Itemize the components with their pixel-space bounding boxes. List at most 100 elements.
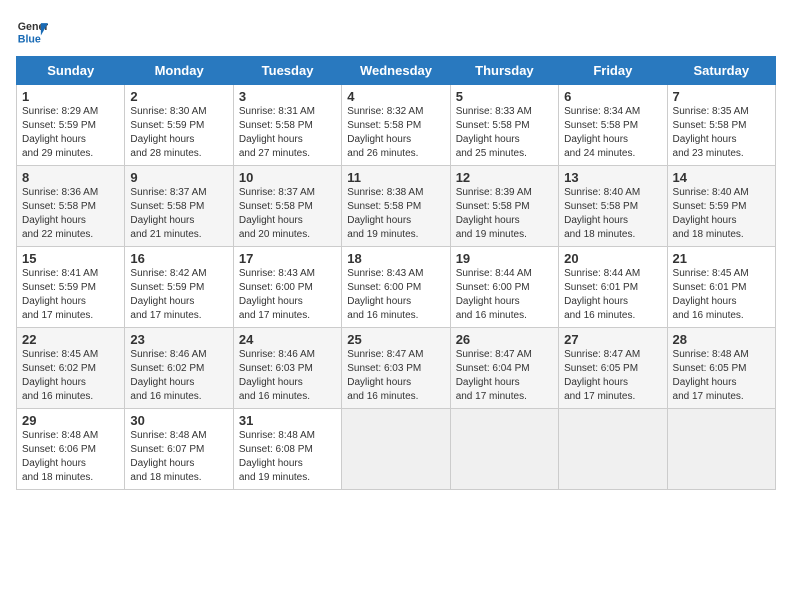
calendar-cell — [342, 409, 450, 490]
calendar-cell: 26 Sunrise: 8:47 AMSunset: 6:04 PMDaylig… — [450, 328, 558, 409]
day-number: 22 — [22, 332, 119, 347]
calendar-cell: 21 Sunrise: 8:45 AMSunset: 6:01 PMDaylig… — [667, 247, 775, 328]
cell-content: Sunrise: 8:47 AMSunset: 6:05 PMDaylight … — [564, 348, 661, 404]
calendar-cell: 11 Sunrise: 8:38 AMSunset: 5:58 PMDaylig… — [342, 166, 450, 247]
week-row-5: 29 Sunrise: 8:48 AMSunset: 6:06 PMDaylig… — [17, 409, 776, 490]
logo-icon: General Blue — [16, 16, 48, 48]
cell-content: Sunrise: 8:48 AMSunset: 6:08 PMDaylight … — [239, 429, 336, 485]
day-number: 11 — [347, 170, 444, 185]
cell-content: Sunrise: 8:35 AMSunset: 5:58 PMDaylight … — [673, 105, 770, 161]
week-row-4: 22 Sunrise: 8:45 AMSunset: 6:02 PMDaylig… — [17, 328, 776, 409]
day-number: 4 — [347, 89, 444, 104]
calendar-cell — [667, 409, 775, 490]
cell-content: Sunrise: 8:40 AMSunset: 5:59 PMDaylight … — [673, 186, 770, 242]
svg-text:Blue: Blue — [18, 34, 41, 46]
cell-content: Sunrise: 8:47 AMSunset: 6:04 PMDaylight … — [456, 348, 553, 404]
weekday-header-monday: Monday — [125, 57, 233, 85]
calendar-cell: 4 Sunrise: 8:32 AMSunset: 5:58 PMDayligh… — [342, 85, 450, 166]
cell-content: Sunrise: 8:34 AMSunset: 5:58 PMDaylight … — [564, 105, 661, 161]
day-number: 24 — [239, 332, 336, 347]
cell-content: Sunrise: 8:43 AMSunset: 6:00 PMDaylight … — [239, 267, 336, 323]
cell-content: Sunrise: 8:37 AMSunset: 5:58 PMDaylight … — [130, 186, 227, 242]
day-number: 29 — [22, 413, 119, 428]
week-row-3: 15 Sunrise: 8:41 AMSunset: 5:59 PMDaylig… — [17, 247, 776, 328]
day-number: 14 — [673, 170, 770, 185]
calendar-cell: 27 Sunrise: 8:47 AMSunset: 6:05 PMDaylig… — [559, 328, 667, 409]
calendar-cell: 29 Sunrise: 8:48 AMSunset: 6:06 PMDaylig… — [17, 409, 125, 490]
cell-content: Sunrise: 8:36 AMSunset: 5:58 PMDaylight … — [22, 186, 119, 242]
day-number: 6 — [564, 89, 661, 104]
day-number: 15 — [22, 251, 119, 266]
cell-content: Sunrise: 8:37 AMSunset: 5:58 PMDaylight … — [239, 186, 336, 242]
calendar-cell — [450, 409, 558, 490]
day-number: 27 — [564, 332, 661, 347]
cell-content: Sunrise: 8:32 AMSunset: 5:58 PMDaylight … — [347, 105, 444, 161]
day-number: 26 — [456, 332, 553, 347]
cell-content: Sunrise: 8:40 AMSunset: 5:58 PMDaylight … — [564, 186, 661, 242]
page-header: General Blue — [16, 16, 776, 48]
calendar-cell: 3 Sunrise: 8:31 AMSunset: 5:58 PMDayligh… — [233, 85, 341, 166]
weekday-header-thursday: Thursday — [450, 57, 558, 85]
cell-content: Sunrise: 8:45 AMSunset: 6:01 PMDaylight … — [673, 267, 770, 323]
cell-content: Sunrise: 8:48 AMSunset: 6:06 PMDaylight … — [22, 429, 119, 485]
cell-content: Sunrise: 8:33 AMSunset: 5:58 PMDaylight … — [456, 105, 553, 161]
calendar-cell: 30 Sunrise: 8:48 AMSunset: 6:07 PMDaylig… — [125, 409, 233, 490]
cell-content: Sunrise: 8:45 AMSunset: 6:02 PMDaylight … — [22, 348, 119, 404]
day-number: 9 — [130, 170, 227, 185]
day-number: 8 — [22, 170, 119, 185]
calendar-cell: 1 Sunrise: 8:29 AMSunset: 5:59 PMDayligh… — [17, 85, 125, 166]
calendar-cell: 7 Sunrise: 8:35 AMSunset: 5:58 PMDayligh… — [667, 85, 775, 166]
logo: General Blue — [16, 16, 48, 48]
day-number: 19 — [456, 251, 553, 266]
day-number: 23 — [130, 332, 227, 347]
calendar-cell: 31 Sunrise: 8:48 AMSunset: 6:08 PMDaylig… — [233, 409, 341, 490]
cell-content: Sunrise: 8:39 AMSunset: 5:58 PMDaylight … — [456, 186, 553, 242]
calendar-cell: 24 Sunrise: 8:46 AMSunset: 6:03 PMDaylig… — [233, 328, 341, 409]
calendar-cell: 12 Sunrise: 8:39 AMSunset: 5:58 PMDaylig… — [450, 166, 558, 247]
day-number: 3 — [239, 89, 336, 104]
cell-content: Sunrise: 8:47 AMSunset: 6:03 PMDaylight … — [347, 348, 444, 404]
calendar-cell: 22 Sunrise: 8:45 AMSunset: 6:02 PMDaylig… — [17, 328, 125, 409]
cell-content: Sunrise: 8:43 AMSunset: 6:00 PMDaylight … — [347, 267, 444, 323]
day-number: 28 — [673, 332, 770, 347]
calendar-cell: 2 Sunrise: 8:30 AMSunset: 5:59 PMDayligh… — [125, 85, 233, 166]
week-row-2: 8 Sunrise: 8:36 AMSunset: 5:58 PMDayligh… — [17, 166, 776, 247]
cell-content: Sunrise: 8:38 AMSunset: 5:58 PMDaylight … — [347, 186, 444, 242]
week-row-1: 1 Sunrise: 8:29 AMSunset: 5:59 PMDayligh… — [17, 85, 776, 166]
weekday-header-tuesday: Tuesday — [233, 57, 341, 85]
calendar-cell: 23 Sunrise: 8:46 AMSunset: 6:02 PMDaylig… — [125, 328, 233, 409]
day-number: 7 — [673, 89, 770, 104]
day-number: 30 — [130, 413, 227, 428]
day-number: 17 — [239, 251, 336, 266]
day-number: 25 — [347, 332, 444, 347]
day-number: 13 — [564, 170, 661, 185]
calendar-cell: 14 Sunrise: 8:40 AMSunset: 5:59 PMDaylig… — [667, 166, 775, 247]
weekday-header-wednesday: Wednesday — [342, 57, 450, 85]
calendar-cell: 15 Sunrise: 8:41 AMSunset: 5:59 PMDaylig… — [17, 247, 125, 328]
day-number: 5 — [456, 89, 553, 104]
calendar-cell: 28 Sunrise: 8:48 AMSunset: 6:05 PMDaylig… — [667, 328, 775, 409]
day-number: 2 — [130, 89, 227, 104]
calendar-cell: 8 Sunrise: 8:36 AMSunset: 5:58 PMDayligh… — [17, 166, 125, 247]
day-number: 31 — [239, 413, 336, 428]
calendar-cell: 17 Sunrise: 8:43 AMSunset: 6:00 PMDaylig… — [233, 247, 341, 328]
day-number: 21 — [673, 251, 770, 266]
cell-content: Sunrise: 8:46 AMSunset: 6:02 PMDaylight … — [130, 348, 227, 404]
cell-content: Sunrise: 8:31 AMSunset: 5:58 PMDaylight … — [239, 105, 336, 161]
calendar-cell: 25 Sunrise: 8:47 AMSunset: 6:03 PMDaylig… — [342, 328, 450, 409]
calendar-table: SundayMondayTuesdayWednesdayThursdayFrid… — [16, 56, 776, 490]
cell-content: Sunrise: 8:46 AMSunset: 6:03 PMDaylight … — [239, 348, 336, 404]
calendar-cell — [559, 409, 667, 490]
cell-content: Sunrise: 8:44 AMSunset: 6:01 PMDaylight … — [564, 267, 661, 323]
calendar-cell: 16 Sunrise: 8:42 AMSunset: 5:59 PMDaylig… — [125, 247, 233, 328]
weekday-header-friday: Friday — [559, 57, 667, 85]
calendar-cell: 10 Sunrise: 8:37 AMSunset: 5:58 PMDaylig… — [233, 166, 341, 247]
weekday-header-sunday: Sunday — [17, 57, 125, 85]
calendar-cell: 9 Sunrise: 8:37 AMSunset: 5:58 PMDayligh… — [125, 166, 233, 247]
calendar-cell: 18 Sunrise: 8:43 AMSunset: 6:00 PMDaylig… — [342, 247, 450, 328]
cell-content: Sunrise: 8:41 AMSunset: 5:59 PMDaylight … — [22, 267, 119, 323]
day-number: 1 — [22, 89, 119, 104]
weekday-header-saturday: Saturday — [667, 57, 775, 85]
calendar-cell: 5 Sunrise: 8:33 AMSunset: 5:58 PMDayligh… — [450, 85, 558, 166]
day-number: 20 — [564, 251, 661, 266]
